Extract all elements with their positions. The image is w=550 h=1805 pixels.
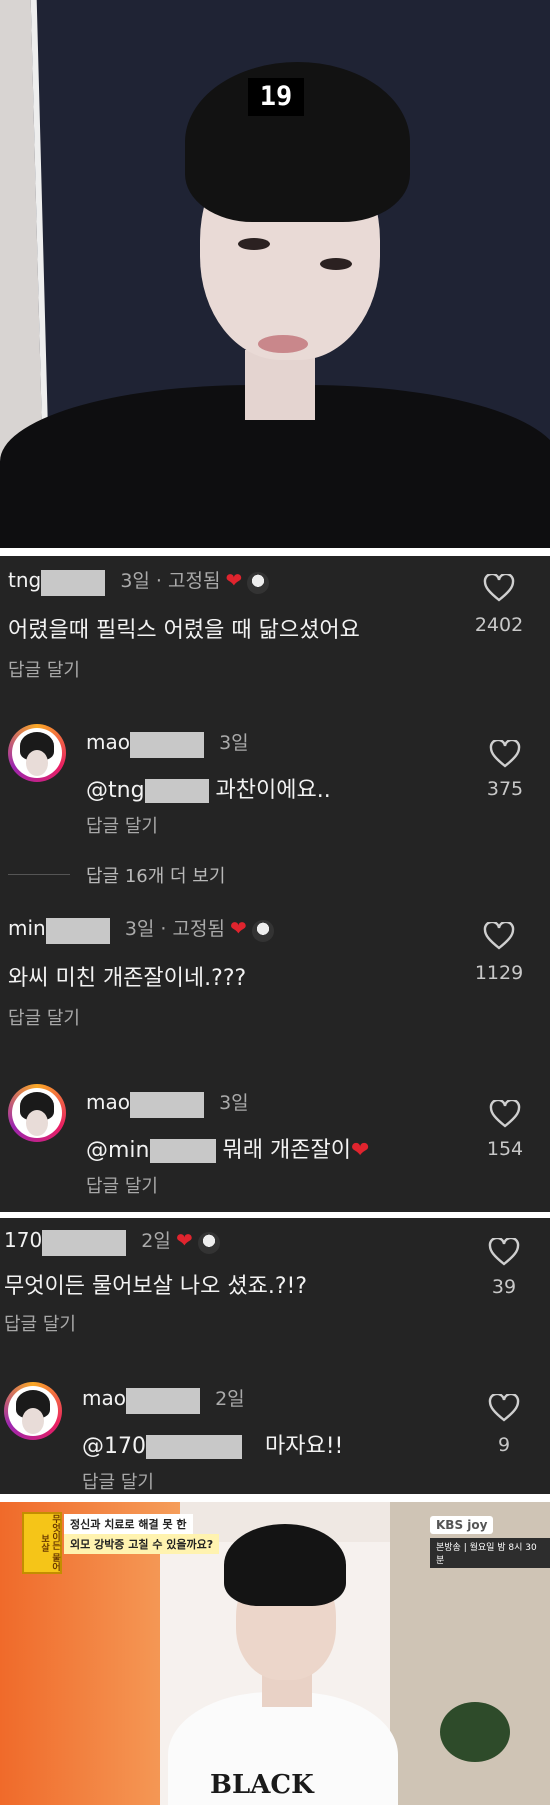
- reply-body: 과찬이에요..: [215, 778, 331, 803]
- photo-lips: [258, 335, 308, 353]
- like-heart-icon[interactable]: [489, 740, 521, 768]
- redaction: [144, 779, 209, 803]
- reply-username[interactable]: mao: [86, 730, 130, 754]
- channel-logo: KBS joy: [430, 1516, 494, 1534]
- reply-mention[interactable]: @min: [86, 1138, 150, 1163]
- redaction: [146, 1435, 242, 1459]
- reply-link[interactable]: 답글 달기: [82, 1468, 154, 1494]
- reply-username[interactable]: mao: [86, 1090, 130, 1114]
- reply-link[interactable]: 답글 달기: [8, 1004, 80, 1030]
- reply-text: @170 마자요!!: [82, 1428, 343, 1460]
- more-replies-line: [8, 874, 70, 875]
- redaction: [42, 1229, 127, 1256]
- like-count: 154: [486, 1138, 524, 1160]
- reply-meta: 2일: [215, 1388, 245, 1410]
- reply-link[interactable]: 답글 달기: [86, 1172, 158, 1198]
- photo-eye: [238, 238, 270, 250]
- redaction: [129, 731, 204, 758]
- age-badge: 19: [248, 78, 304, 116]
- view-more-replies[interactable]: 답글 16개 더 보기: [86, 862, 225, 888]
- comment-meta: 2일: [141, 1230, 171, 1252]
- divider: [0, 1494, 550, 1502]
- red-heart-icon: ❤: [350, 1138, 370, 1163]
- redaction: [129, 1091, 204, 1118]
- creator-heart-icon: ❤: [175, 1228, 193, 1252]
- comment-header: tng 3일 · 고정됨 ❤: [8, 566, 270, 596]
- reply-text: @min 뭐래 개존잘이❤: [86, 1132, 369, 1164]
- reply-mention[interactable]: @170: [82, 1434, 146, 1459]
- comment-text: 어렸을때 필릭스 어렸을 때 닮으셨어요: [8, 618, 360, 643]
- photo-neck: [245, 350, 315, 420]
- bottom-photo: 무엇이든 물어보살 정신과 치료로 해결 못 한 외모 강박증 고칠 수 있을까…: [0, 1502, 550, 1805]
- like-heart-icon[interactable]: [488, 1394, 520, 1422]
- creator-heart-icon: ❤: [230, 916, 247, 940]
- comment-panel: 170 2일 ❤ 무엇이든 물어보살 나오 셨죠.?!? 답글 달기 39 ma…: [0, 1218, 550, 1494]
- redaction: [125, 1387, 200, 1414]
- like-heart-icon[interactable]: [488, 1238, 520, 1266]
- reply-mention[interactable]: @tng: [86, 778, 145, 803]
- comment-header: 170 2일 ❤: [4, 1226, 220, 1256]
- comment-meta: 3일 · 고정됨: [120, 570, 221, 592]
- reply-header: mao 3일: [86, 728, 249, 758]
- reply-meta: 3일: [219, 732, 249, 754]
- reply-link[interactable]: 답글 달기: [8, 656, 80, 682]
- like-count: 2402: [474, 614, 524, 636]
- comment-meta: 3일 · 고정됨: [124, 918, 225, 940]
- avatar-face: [26, 1110, 48, 1136]
- avatar-face: [22, 1408, 44, 1434]
- like-count: 375: [486, 778, 524, 800]
- comment-panel: tng 3일 · 고정됨 ❤ 어렸을때 필릭스 어렸을 때 닮으셨어요 답글 달…: [0, 556, 550, 900]
- user-avatar[interactable]: [8, 1084, 66, 1142]
- reply-body: 마자요!!: [265, 1434, 344, 1459]
- caption-line2: 외모 강박증 고칠 수 있을까요?: [64, 1534, 220, 1554]
- caption-line1: 정신과 치료로 해결 못 한: [64, 1514, 193, 1534]
- like-count: 39: [491, 1276, 517, 1298]
- user-avatar[interactable]: [4, 1382, 62, 1440]
- avatar-face: [26, 750, 48, 776]
- reply-header: mao 2일: [82, 1384, 245, 1414]
- divider: [0, 548, 550, 556]
- creator-avatar: [197, 1231, 220, 1254]
- reply-header: mao 3일: [86, 1088, 249, 1118]
- comment-text: 와씨 미친 개존잘이네.???: [8, 966, 247, 991]
- reply-username[interactable]: mao: [82, 1386, 126, 1410]
- creator-avatar: [247, 571, 270, 594]
- creator-avatar: [251, 919, 274, 942]
- redaction: [45, 917, 110, 944]
- like-heart-icon[interactable]: [483, 574, 515, 602]
- show-logo: 무엇이든 물어보살: [22, 1512, 62, 1574]
- user-avatar[interactable]: [8, 724, 66, 782]
- avatar-image: [8, 1386, 58, 1436]
- person-hair: [224, 1524, 346, 1606]
- comment-header: min 3일 · 고정됨 ❤: [8, 914, 274, 944]
- comment-username[interactable]: min: [8, 916, 46, 940]
- reply-link[interactable]: 답글 달기: [4, 1310, 76, 1336]
- shirt-print: BLACK: [210, 1770, 314, 1800]
- comment-username[interactable]: tng: [8, 568, 41, 592]
- like-count: 1129: [474, 962, 524, 984]
- plant: [440, 1702, 510, 1762]
- comment-text: 무엇이든 물어보살 나오 셨죠.?!?: [4, 1274, 308, 1299]
- like-heart-icon[interactable]: [483, 922, 515, 950]
- reply-text: @tng 과찬이에요..: [86, 772, 331, 804]
- redaction: [149, 1139, 216, 1163]
- avatar-image: [12, 728, 62, 778]
- creator-heart-icon: ❤: [225, 568, 243, 592]
- comment-username[interactable]: 170: [4, 1228, 42, 1252]
- redaction: [41, 569, 106, 596]
- comment-panel: min 3일 · 고정됨 ❤ 와씨 미친 개존잘이네.??? 답글 달기 112…: [0, 900, 550, 1212]
- reply-link[interactable]: 답글 달기: [86, 812, 158, 838]
- schedule-label: 본방송 | 월요일 밤 8시 30분: [430, 1538, 550, 1568]
- reply-body: 뭐래 개존잘이: [222, 1138, 351, 1163]
- top-photo: 19: [0, 0, 550, 548]
- avatar-image: [12, 1088, 62, 1138]
- like-heart-icon[interactable]: [489, 1100, 521, 1128]
- reply-meta: 3일: [219, 1092, 249, 1114]
- photo-eye: [320, 258, 352, 270]
- like-count: 9: [497, 1434, 511, 1456]
